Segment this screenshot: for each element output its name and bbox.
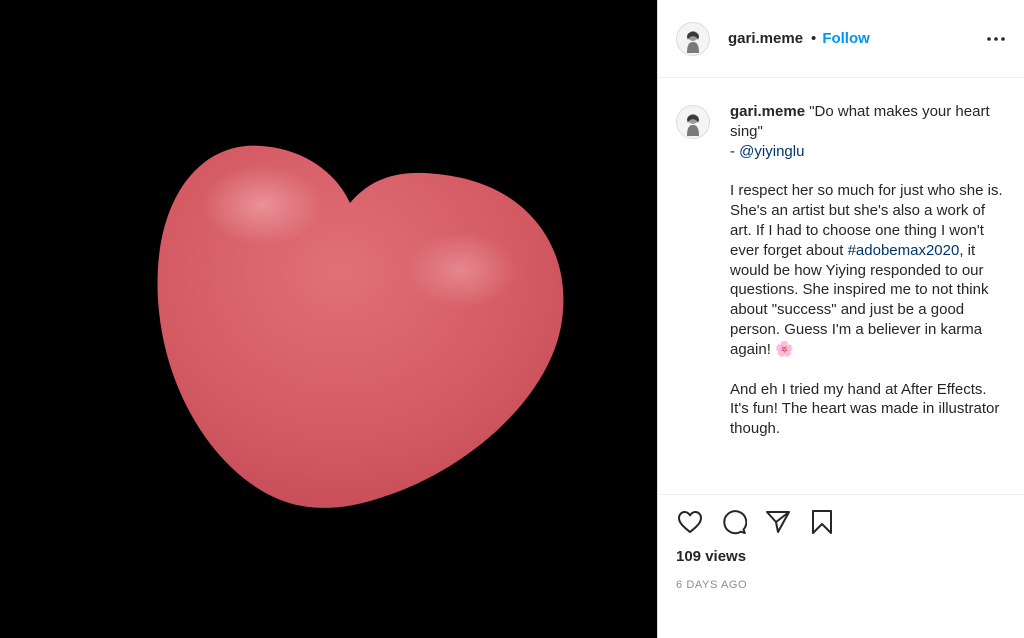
mention-link[interactable]: @yiyinglu: [739, 143, 804, 160]
heart-outline-icon[interactable]: [676, 508, 704, 536]
caption-paragraph-1b: , it would be how Yiying responded to ou…: [730, 241, 989, 358]
caption-paragraph-2: And eh I tried my hand at After Effects.…: [730, 380, 1000, 438]
avatar-portrait-icon: [677, 22, 709, 55]
action-bar: [676, 495, 1010, 549]
post-username[interactable]: gari.meme: [728, 30, 803, 47]
avatar[interactable]: [676, 21, 710, 56]
post-date[interactable]: 6 DAYS AGO: [676, 579, 1010, 591]
follow-button[interactable]: Follow: [822, 30, 870, 47]
avatar-portrait-icon: [677, 106, 709, 138]
post-actions: 109 views 6 DAYS AGO: [658, 494, 1024, 591]
avatar[interactable]: [676, 105, 710, 139]
heart-image: [157, 145, 564, 508]
post-sidebar: gari.meme • Follow gari.meme "Do what ma…: [657, 0, 1024, 638]
share-icon[interactable]: [764, 508, 792, 536]
post-media[interactable]: [0, 0, 657, 638]
post-window: gari.meme • Follow gari.meme "Do what ma…: [0, 0, 1024, 638]
post-header: gari.meme • Follow: [658, 0, 1024, 78]
caption-text: gari.meme "Do what makes your heart sing…: [730, 102, 1008, 494]
separator-dot: •: [811, 30, 817, 47]
cherry-blossom-emoji: 🌸: [775, 340, 794, 358]
caption-dash: -: [730, 142, 740, 160]
caption-username[interactable]: gari.meme: [730, 103, 805, 120]
comment-icon[interactable]: [720, 508, 748, 536]
caption-area: gari.meme "Do what makes your heart sing…: [658, 78, 1024, 494]
more-horizontal-icon[interactable]: [984, 27, 1008, 51]
hashtag-link[interactable]: #adobemax2020: [848, 242, 960, 259]
bookmark-icon[interactable]: [808, 508, 836, 536]
view-count[interactable]: 109 views: [676, 548, 1010, 565]
